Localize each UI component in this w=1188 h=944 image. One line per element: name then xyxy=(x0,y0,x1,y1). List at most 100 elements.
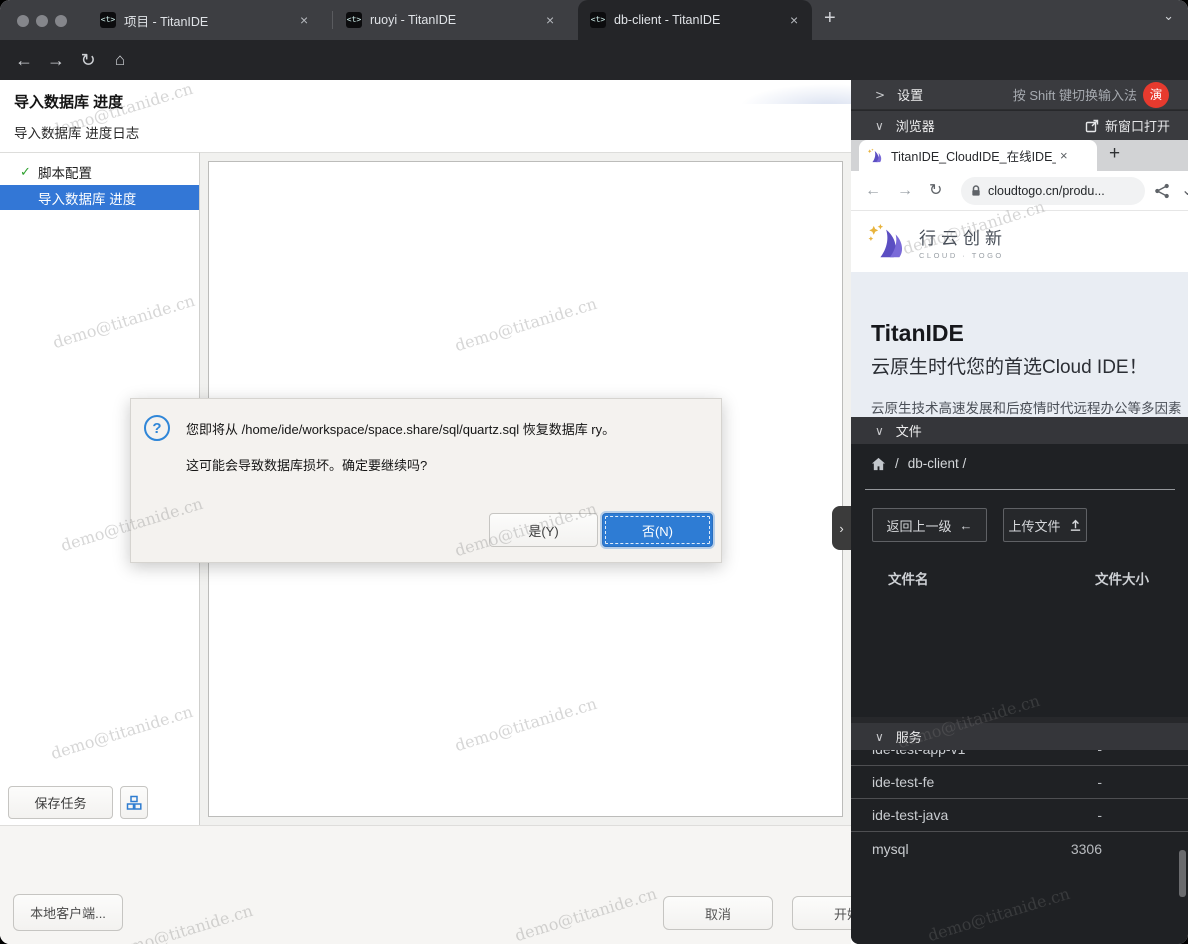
go-up-button[interactable]: 返回上一级 ← xyxy=(872,508,987,542)
open-new-window-button[interactable]: 新窗口打开 xyxy=(1085,116,1170,135)
section-label: 浏览器 xyxy=(896,116,935,135)
tab-db-client[interactable]: <t> db-client - TitanIDE × xyxy=(578,0,812,40)
service-port: 3306 xyxy=(1071,841,1102,857)
chevron-down-icon: ∨ xyxy=(875,119,884,133)
reload-button[interactable]: ↻ xyxy=(74,40,102,80)
panel-collapse-handle[interactable]: › xyxy=(832,506,851,550)
service-row[interactable]: ide-test-app-v1 - xyxy=(851,750,1188,766)
hero-paragraph: 云原生技术高速发展和后疫情时代远程办公等多因素 xyxy=(871,397,1188,417)
service-row[interactable]: mysql 3306 xyxy=(851,832,1188,865)
no-button[interactable]: 否(N) xyxy=(602,513,713,547)
chevron-down-icon: ∨ xyxy=(875,730,884,744)
service-row[interactable]: ide-test-java - xyxy=(851,799,1188,832)
home-button[interactable]: ⌂ xyxy=(106,40,134,80)
go-up-label: 返回上一级 xyxy=(886,516,951,535)
close-tab-icon[interactable]: × xyxy=(546,12,554,28)
upload-file-button[interactable]: 上传文件 xyxy=(1003,508,1087,542)
embedded-back-button[interactable]: ← xyxy=(865,171,881,211)
dialog-message-line1: 您即将从 /home/ide/workspace/space.share/sql… xyxy=(186,419,615,438)
check-icon: ✓ xyxy=(20,164,31,180)
tab-search-chevron-icon[interactable]: ⌄ xyxy=(1163,8,1174,24)
service-name: ide-test-java xyxy=(872,807,948,823)
close-tab-icon[interactable]: × xyxy=(300,12,308,28)
save-task-button[interactable]: 保存任务 xyxy=(8,786,113,819)
task-settings-button[interactable] xyxy=(120,786,148,819)
share-alt-icon[interactable] xyxy=(1154,183,1170,199)
confirm-restore-dialog: ? 您即将从 /home/ide/workspace/space.share/s… xyxy=(130,398,722,563)
cloudtogo-logo-text: 行云创新 CLOUD · TOGO xyxy=(919,224,1007,260)
lock-icon xyxy=(971,185,981,197)
close-window-button[interactable] xyxy=(17,15,29,27)
clipped-toolbar-icon[interactable]: ⌄ xyxy=(1181,171,1188,211)
titanide-favicon: <t> xyxy=(100,12,116,28)
section-label: 文件 xyxy=(896,421,922,440)
step-label: 脚本配置 xyxy=(38,162,92,182)
zoom-window-button[interactable] xyxy=(55,15,67,27)
upload-label: 上传文件 xyxy=(1008,516,1060,535)
question-icon: ? xyxy=(144,415,170,441)
embedded-forward-button[interactable]: → xyxy=(897,171,913,211)
service-row[interactable]: ide-test-fe - xyxy=(851,766,1188,799)
tab-project[interactable]: <t> 项目 - TitanIDE × xyxy=(88,0,330,40)
titanide-favicon: <t> xyxy=(590,12,606,28)
cloudtogo-logo xyxy=(867,223,909,261)
cancel-button[interactable]: 取消 xyxy=(663,896,773,930)
service-name: mysql xyxy=(872,841,909,857)
cloudtogo-header: 行云创新 CLOUD · TOGO xyxy=(851,211,1188,272)
minimize-window-button[interactable] xyxy=(36,15,48,27)
file-browser: / db-client / 返回上一级 ← 上传文件 文件名 文件大小 xyxy=(851,444,1188,717)
breadcrumb-separator: / xyxy=(895,456,899,471)
start-button[interactable]: 开始 xyxy=(792,896,851,930)
breadcrumb[interactable]: / db-client / xyxy=(871,456,966,471)
titanide-favicon: <t> xyxy=(346,12,362,28)
service-name: ide-test-app-v1 xyxy=(872,750,965,757)
chevron-down-icon: ∨ xyxy=(875,424,884,438)
step-import-progress[interactable]: 导入数据库 进度 xyxy=(0,185,199,210)
page-title: 导入数据库 进度 xyxy=(14,91,123,112)
section-files-header[interactable]: ∨ 文件 xyxy=(851,417,1188,444)
section-services-header[interactable]: ∨ 服务 xyxy=(851,723,1188,750)
browser-window: <t> 项目 - TitanIDE × <t> ruoyi - TitanIDE… xyxy=(0,0,1188,944)
tab-separator xyxy=(332,11,333,29)
yes-button[interactable]: 是(Y) xyxy=(489,513,598,547)
section-browser-header[interactable]: ∨ 浏览器 新窗口打开 xyxy=(851,111,1188,140)
input-method-hint: 按 Shift 键切换输入法 xyxy=(961,85,1137,104)
section-label: 设置 xyxy=(897,85,923,104)
demo-badge: 演 xyxy=(1143,82,1169,108)
hero-subtitle: 云原生时代您的首选Cloud IDE！ xyxy=(871,352,1188,379)
cloudtogo-favicon xyxy=(867,148,884,164)
chevron-right-icon: > xyxy=(875,88,885,102)
step-script-config[interactable]: ✓ 脚本配置 xyxy=(0,159,199,184)
divider xyxy=(865,489,1175,490)
embedded-address-bar[interactable]: cloudtogo.cn/produ... xyxy=(961,177,1145,205)
home-icon[interactable] xyxy=(871,457,886,471)
service-port: - xyxy=(1097,807,1102,823)
new-tab-button[interactable]: + xyxy=(824,7,836,30)
open-in-new-icon xyxy=(1085,119,1099,133)
wizard-page: 导入数据库 进度 导入数据库 进度日志 ✓ 脚本配置 导入数据库 进度 保存任务… xyxy=(0,80,851,944)
tab-ruoyi[interactable]: <t> ruoyi - TitanIDE × xyxy=(334,0,576,40)
embedded-tab[interactable]: TitanIDE_CloudIDE_在线IDE_ × xyxy=(859,140,1097,171)
embedded-new-tab-button[interactable]: + xyxy=(1109,143,1120,165)
embedded-reload-button[interactable]: ↻ xyxy=(929,171,942,211)
embedded-tab-strip: TitanIDE_CloudIDE_在线IDE_ × + xyxy=(851,140,1188,171)
local-client-button[interactable]: 本地客户端... xyxy=(13,894,123,931)
tab-strip: <t> 项目 - TitanIDE × <t> ruoyi - TitanIDE… xyxy=(0,0,1188,40)
ide-side-panel: > 设置 按 Shift 键切换输入法 演 ∨ 浏览器 新窗口打开 xyxy=(851,80,1188,944)
service-port: - xyxy=(1097,774,1102,790)
embedded-toolbar: ← → ↻ cloudtogo.cn/produ... ⌄ xyxy=(851,171,1188,211)
section-label: 服务 xyxy=(896,727,922,746)
close-embedded-tab-icon[interactable]: × xyxy=(1060,148,1068,163)
stacked-boxes-icon xyxy=(126,795,142,811)
left-arrow-icon: ← xyxy=(960,518,973,533)
tab-title: ruoyi - TitanIDE xyxy=(370,13,540,27)
back-button[interactable]: ← xyxy=(10,40,38,80)
section-settings-header[interactable]: > 设置 按 Shift 键切换输入法 演 xyxy=(851,80,1188,110)
panel-scrollbar-thumb[interactable] xyxy=(1179,850,1186,897)
close-tab-icon[interactable]: × xyxy=(790,12,798,28)
open-new-window-label: 新窗口打开 xyxy=(1105,116,1170,135)
forward-button[interactable]: → xyxy=(42,40,70,80)
step-label: 导入数据库 进度 xyxy=(38,188,136,208)
browser-toolbar: ← → ↻ ⌂ try.titanide.cn/ide/web/coding/d… xyxy=(0,40,1188,80)
hero-title: TitanIDE xyxy=(871,320,1188,347)
